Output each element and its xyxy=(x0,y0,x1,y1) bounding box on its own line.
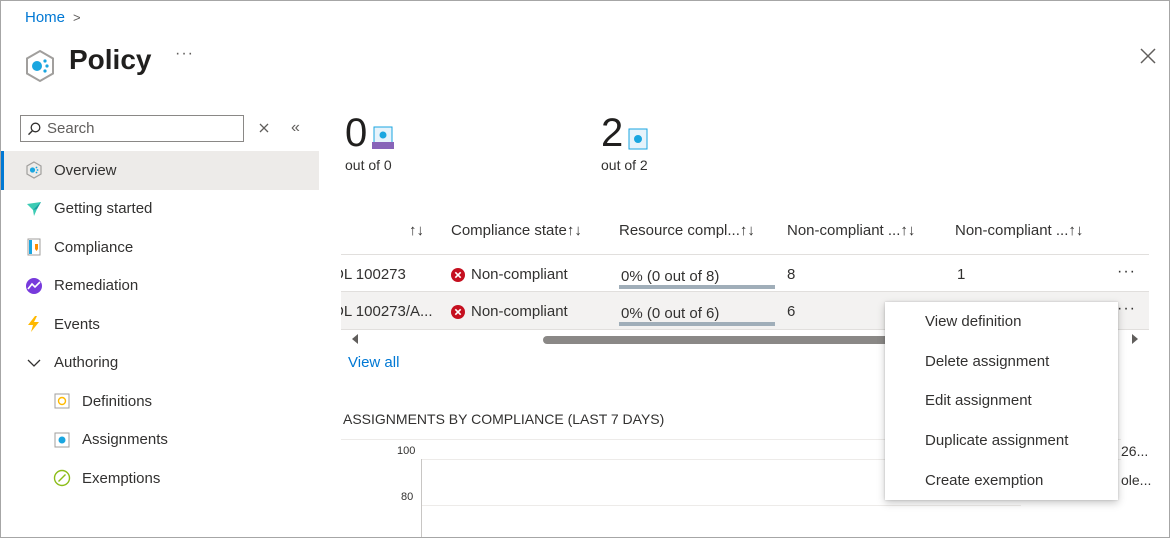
column-header-name[interactable]: ↑↓ xyxy=(409,222,424,239)
definitions-icon xyxy=(53,392,71,410)
non-compliant-resources: 8 xyxy=(787,266,796,283)
sidebar-item-overview[interactable]: Overview xyxy=(1,151,319,190)
more-options-button[interactable]: ··· xyxy=(175,45,194,63)
search-box[interactable] xyxy=(20,115,244,142)
error-icon xyxy=(451,304,465,319)
sidebar-item-label: Exemptions xyxy=(82,469,161,487)
chart-legend-item: ole... xyxy=(1121,472,1152,488)
page-title: Policy xyxy=(69,44,152,75)
menu-item-edit-assignment[interactable]: Edit assignment xyxy=(885,381,1118,421)
sidebar-item-label: Getting started xyxy=(54,200,153,218)
resource-compliance: 0% (0 out of 6) xyxy=(621,305,720,322)
row-more-button[interactable]: ··· xyxy=(1117,300,1136,318)
y-tick-label: 100 xyxy=(397,445,416,457)
sidebar-item-label: Definitions xyxy=(82,392,153,410)
row-context-menu: View definition Delete assignment Edit a… xyxy=(885,302,1118,500)
assignments-icon xyxy=(53,431,71,449)
compliance-state: Non-compliant xyxy=(471,303,568,320)
compliance-icon xyxy=(25,238,43,256)
exemptions-icon xyxy=(53,469,71,487)
sidebar-nav: Overview Getting started Compliance Reme… xyxy=(1,151,319,498)
menu-item-duplicate-assignment[interactable]: Duplicate assignment xyxy=(885,421,1118,461)
rocket-icon xyxy=(25,200,43,218)
sidebar-item-label: Authoring xyxy=(54,354,119,372)
search-input[interactable] xyxy=(47,120,227,137)
sidebar-item-compliance[interactable]: Compliance xyxy=(1,228,319,267)
breadcrumb-home-link[interactable]: Home xyxy=(25,9,65,26)
error-icon xyxy=(451,267,465,282)
sidebar-item-exemptions[interactable]: Exemptions xyxy=(1,459,319,498)
stat-card-1[interactable]: 0 out of 0 xyxy=(345,109,395,173)
view-all-link[interactable]: View all xyxy=(348,354,399,371)
chart-y-axis xyxy=(421,459,422,537)
non-compliant-resources: 6 xyxy=(787,303,796,320)
chart-title: ASSIGNMENTS BY COMPLIANCE (LAST 7 DAYS) xyxy=(343,411,665,427)
scroll-left-icon[interactable] xyxy=(351,334,359,344)
close-icon[interactable] xyxy=(1138,46,1158,66)
chart-gridline xyxy=(421,505,1021,506)
stat-value: 2 xyxy=(601,111,624,155)
breadcrumb: Home > xyxy=(25,9,81,26)
remediation-icon xyxy=(25,277,43,295)
column-header-compliance-state[interactable]: Compliance state↑↓ xyxy=(451,222,582,239)
stat-subtext: out of 2 xyxy=(601,157,648,173)
policy-overview-icon xyxy=(25,161,43,179)
chart-legend-item: 26... xyxy=(1121,443,1149,459)
policy-blade: Home > Policy ··· « xyxy=(0,0,1170,538)
resource-compliance: 0% (0 out of 8) xyxy=(621,268,720,285)
sidebar-item-remediation[interactable]: Remediation xyxy=(1,267,319,306)
collapse-sidebar-button[interactable]: « xyxy=(291,119,300,137)
stat-subtext: out of 0 xyxy=(345,157,392,173)
sidebar-item-definitions[interactable]: Definitions xyxy=(1,382,319,421)
non-compliant-policies: 1 xyxy=(957,266,966,283)
compliance-state: Non-compliant xyxy=(471,266,568,283)
sidebar-item-label: Remediation xyxy=(54,277,139,295)
sidebar-item-getting-started[interactable]: Getting started xyxy=(1,190,319,229)
table-row[interactable]: DL 100273 Non-compliant 0% (0 out of 8) … xyxy=(341,254,1149,292)
column-header-non-compliant-resources[interactable]: Non-compliant ...↑↓ xyxy=(787,222,915,239)
stat-value: 0 xyxy=(345,111,368,155)
table-header: ↑↓ Compliance state↑↓ Resource compl...↑… xyxy=(341,222,1141,248)
sidebar-item-label: Events xyxy=(54,315,100,333)
scroll-right-icon[interactable] xyxy=(1131,334,1139,344)
clear-search-icon[interactable] xyxy=(257,121,271,135)
column-header-resource-compliance[interactable]: Resource compl...↑↓ xyxy=(619,222,755,239)
lightning-icon xyxy=(25,315,43,333)
assignment-name[interactable]: DL 100273 xyxy=(341,266,406,283)
assignments-icon xyxy=(628,128,648,150)
sidebar-item-label: Compliance xyxy=(54,238,134,256)
sidebar-item-assignments[interactable]: Assignments xyxy=(1,421,319,460)
sidebar-item-label: Overview xyxy=(54,161,117,179)
menu-item-view-definition[interactable]: View definition xyxy=(885,302,1118,342)
compliance-progress-bar xyxy=(619,285,775,289)
stat-card-2[interactable]: 2 out of 2 xyxy=(601,109,649,173)
search-icon xyxy=(28,122,41,135)
policy-logo-icon xyxy=(26,49,54,83)
chevron-down-icon xyxy=(25,354,43,372)
title-row: Policy xyxy=(23,39,151,83)
y-tick-label: 80 xyxy=(401,491,414,503)
initiative-icon xyxy=(372,126,395,149)
column-header-non-compliant-policies[interactable]: Non-compliant ...↑↓ xyxy=(955,222,1083,239)
sidebar-item-label: Assignments xyxy=(82,431,168,449)
row-more-button[interactable]: ··· xyxy=(1117,263,1136,281)
sidebar-item-authoring[interactable]: Authoring xyxy=(1,344,319,383)
compliance-progress-bar xyxy=(619,322,775,326)
assignment-name[interactable]: DL 100273/A... xyxy=(341,303,433,320)
breadcrumb-chevron-icon: > xyxy=(73,10,81,25)
menu-item-create-exemption[interactable]: Create exemption xyxy=(885,460,1118,500)
menu-item-delete-assignment[interactable]: Delete assignment xyxy=(885,342,1118,382)
sidebar-item-events[interactable]: Events xyxy=(1,305,319,344)
